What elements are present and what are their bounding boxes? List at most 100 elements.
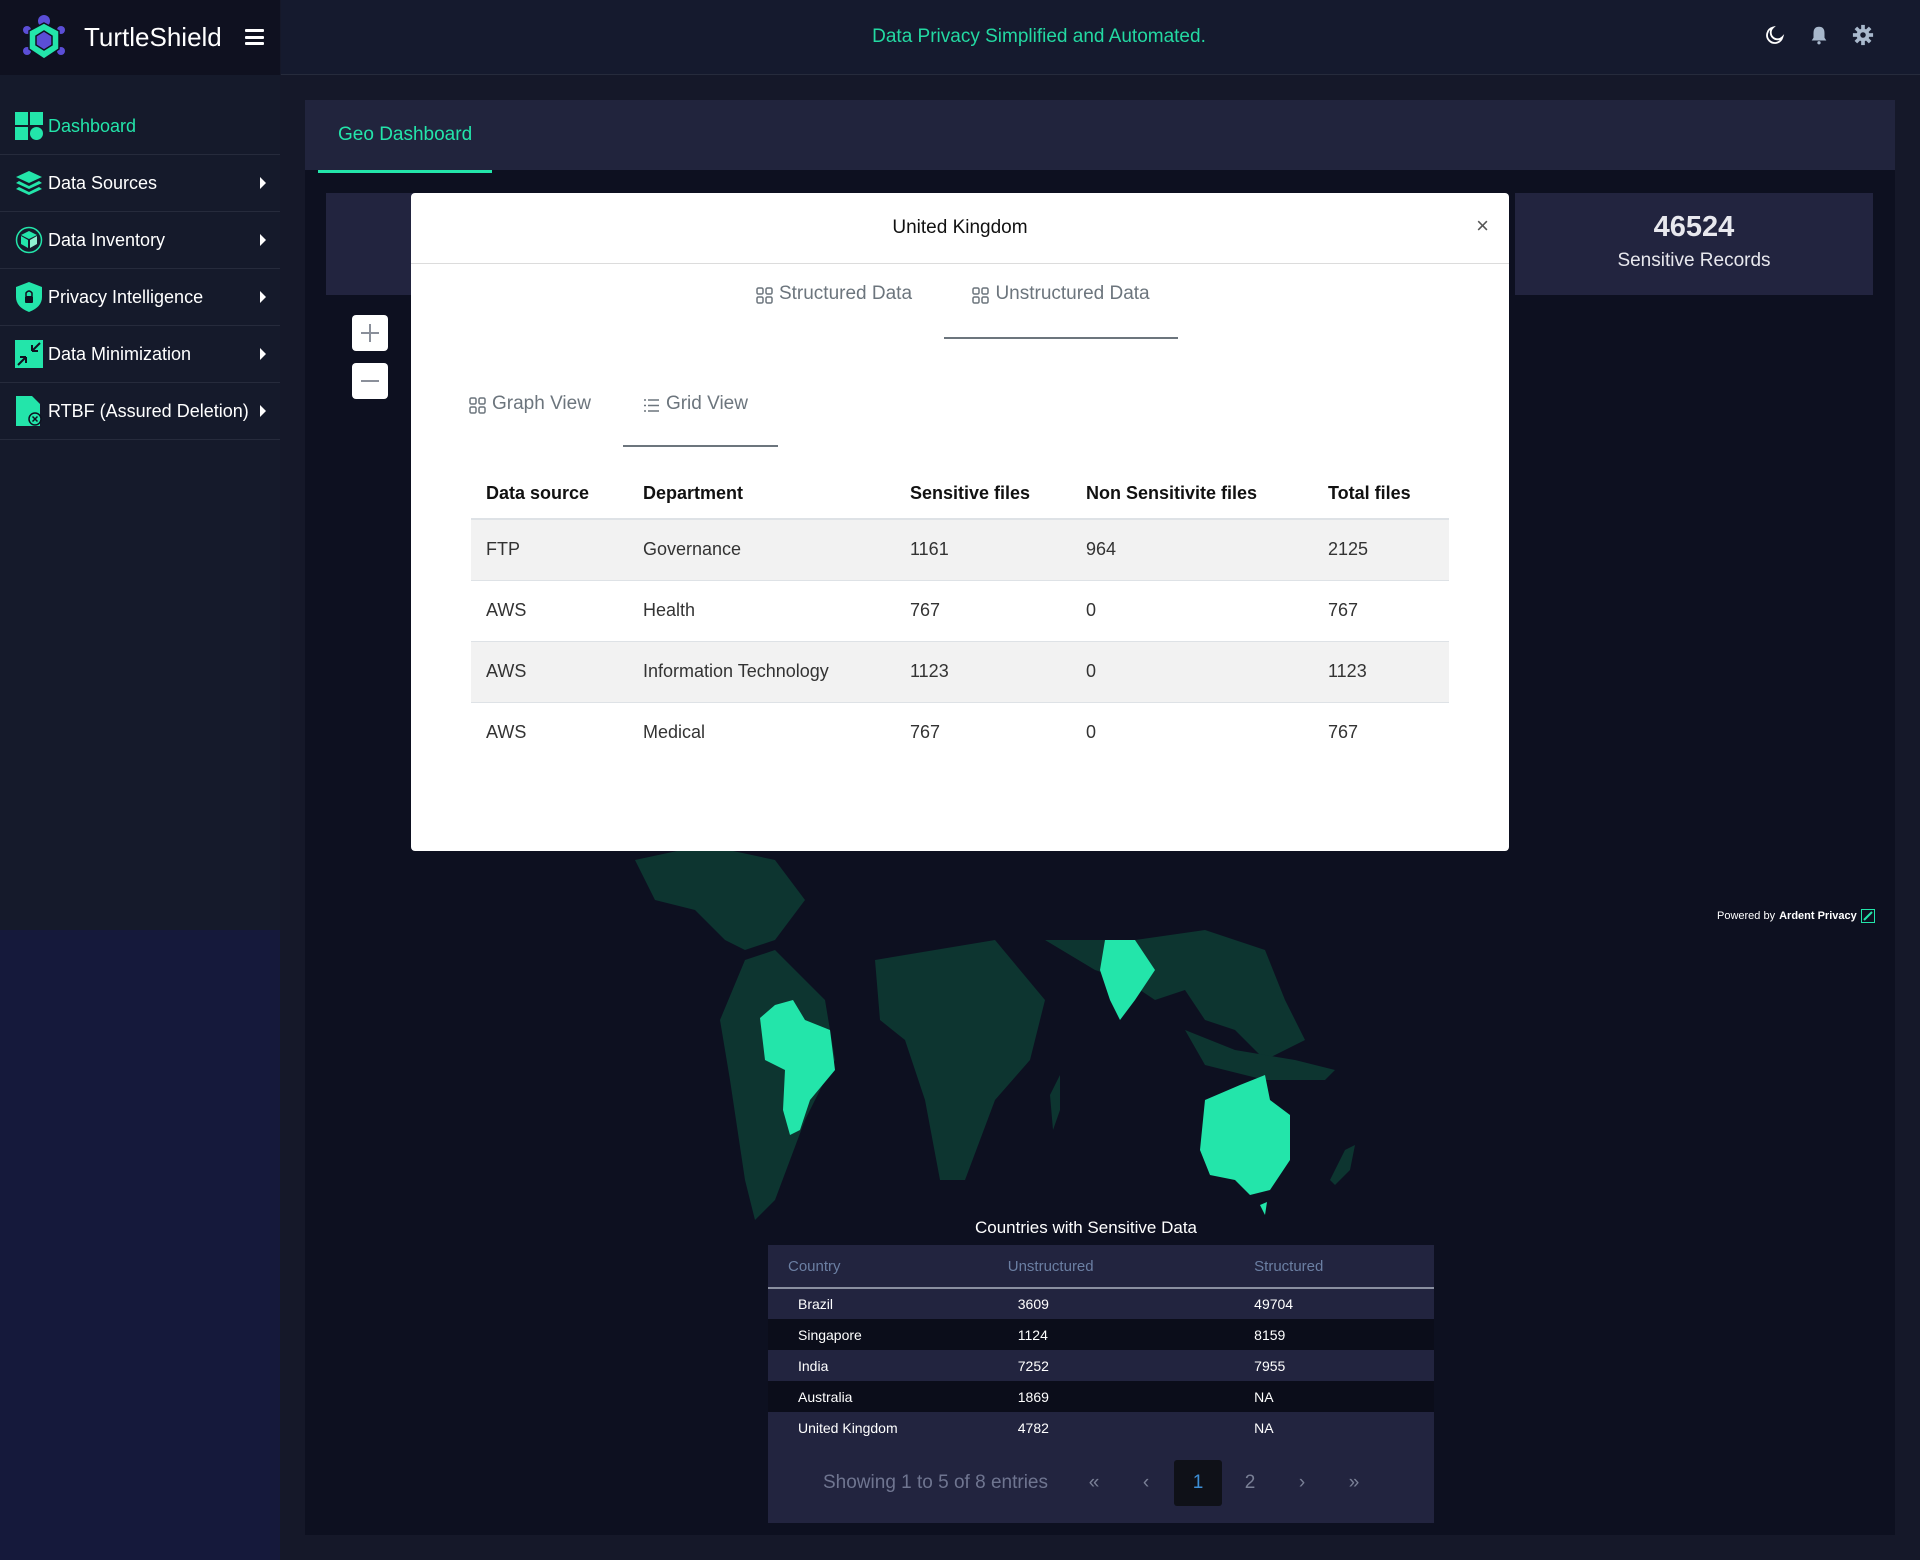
tab-geo-dashboard[interactable]: Geo Dashboard [318, 100, 493, 173]
caret-right-icon [260, 177, 266, 189]
country-australia [1200, 1075, 1290, 1195]
powered-by: Powered by Ardent Privacy [1717, 909, 1875, 923]
cell-structured: NA [1254, 1419, 1274, 1436]
modal-title: United Kingdom [892, 217, 1028, 238]
cell-data-source: FTP [471, 519, 628, 581]
table-row: AWS Medical 767 0 767 [471, 702, 1449, 763]
last-page-button[interactable]: » [1330, 1460, 1378, 1506]
sidebar-item-label: Privacy Intelligence [48, 286, 204, 307]
cell-sensitive-files: 767 [895, 580, 1071, 642]
tab-structured-data[interactable]: Structured Data [742, 283, 926, 339]
column-header-country[interactable]: Country [768, 1245, 1008, 1289]
table-row[interactable]: Australia 1869 NA [768, 1381, 1434, 1412]
cell-sensitive-files: 1161 [895, 519, 1071, 581]
column-header-total-files: Total files [1313, 469, 1449, 520]
sidebar-item-privacy-intelligence[interactable]: Privacy Intelligence [0, 269, 280, 326]
minimize-arrows-icon [14, 339, 44, 369]
menu-toggle-button[interactable] [245, 29, 264, 45]
country-tasmania [1260, 1202, 1267, 1215]
cell-total-files: 2125 [1313, 519, 1449, 581]
column-header-sensitive-files: Sensitive files [895, 469, 1071, 520]
sidebar-item-data-sources[interactable]: Data Sources [0, 155, 280, 212]
table-row[interactable]: Brazil 3609 49704 [768, 1288, 1434, 1319]
first-page-button[interactable]: « [1070, 1460, 1118, 1506]
sidebar-item-data-minimization[interactable]: Data Minimization [0, 326, 280, 383]
caret-right-icon [260, 234, 266, 246]
table-row: AWS Health 767 0 767 [471, 580, 1449, 642]
sidebar-item-data-inventory[interactable]: Data Inventory [0, 212, 280, 269]
ardent-logo-icon [1860, 909, 1875, 923]
caret-right-icon [260, 405, 266, 417]
layers-icon [14, 168, 44, 198]
tab-grid-view[interactable]: Grid View [622, 393, 778, 447]
column-header-structured[interactable]: Structured [1254, 1245, 1434, 1289]
sidebar-item-dashboard[interactable]: Dashboard [0, 98, 280, 155]
cell-non-sensitive-files: 964 [1071, 519, 1313, 581]
country-detail-modal: United Kingdom × Structured Data Unstruc… [411, 193, 1509, 851]
country-north-america [635, 845, 805, 950]
sidebar-item-label: Data Sources [48, 172, 158, 193]
map-zoom-in-button[interactable] [352, 315, 388, 351]
table-row[interactable]: United Kingdom 4782 NA [768, 1412, 1434, 1443]
tab-bar: Geo Dashboard [305, 100, 1895, 173]
cell-country: United Kingdom [798, 1419, 898, 1436]
tab-unstructured-data[interactable]: Unstructured Data [944, 283, 1179, 339]
file-delete-icon [14, 396, 44, 426]
stat-value: 46524 [1653, 211, 1735, 243]
gear-icon[interactable] [1852, 24, 1874, 46]
next-page-button[interactable]: › [1278, 1460, 1326, 1506]
cell-country: India [798, 1357, 829, 1374]
prev-page-button[interactable]: ‹ [1122, 1460, 1170, 1506]
cell-sensitive-files: 1123 [895, 641, 1071, 703]
caret-right-icon [260, 291, 266, 303]
column-header-data-source: Data source [471, 469, 628, 520]
plus-icon [361, 324, 379, 342]
cell-structured: NA [1254, 1381, 1434, 1412]
table-row[interactable]: Singapore 1124 8159 [768, 1319, 1434, 1350]
stat-label: Sensitive Records [1617, 250, 1771, 271]
cell-non-sensitive-files: 0 [1086, 722, 1097, 743]
bell-icon[interactable] [1808, 24, 1830, 46]
cell-data-source: AWS [471, 641, 628, 703]
cell-total-files: 1123 [1313, 641, 1449, 703]
brand: TurtleShield [0, 0, 280, 75]
cell-sensitive-files: 767 [910, 722, 941, 743]
modal-header: United Kingdom × [411, 193, 1509, 264]
dashboard-icon [14, 111, 44, 141]
hamburger-line [245, 42, 264, 45]
country-madagascar [1050, 1075, 1060, 1130]
cell-non-sensitive-files: 0 [1071, 580, 1313, 642]
country-africa [875, 940, 1045, 1180]
cell-unstructured: 7252 [1017, 1357, 1049, 1374]
page-button-1[interactable]: 1 [1173, 1460, 1222, 1506]
cell-data-source: AWS [471, 580, 628, 642]
cell-country: Australia [768, 1381, 1008, 1412]
tab-label: Unstructured Data [995, 283, 1150, 304]
page-button-2[interactable]: 2 [1226, 1460, 1274, 1506]
close-button[interactable]: × [1476, 215, 1489, 237]
cell-data-source: AWS [486, 722, 527, 743]
table-row: AWS Information Technology 1123 0 1123 [471, 641, 1449, 703]
powered-by-prefix: Powered by [1717, 910, 1776, 922]
cell-unstructured: 1869 [1007, 1381, 1255, 1412]
tab-label: Graph View [492, 393, 591, 414]
cell-department: Health [628, 580, 895, 642]
cell-department: Information Technology [628, 641, 895, 703]
moon-icon[interactable] [1764, 24, 1786, 46]
sidebar-item-rtbf[interactable]: RTBF (Assured Deletion) [0, 383, 280, 440]
column-header-unstructured[interactable]: Unstructured [1007, 1245, 1255, 1289]
turtle-logo-icon [23, 14, 65, 60]
countries-table-title: Countries with Sensitive Data [974, 1218, 1198, 1237]
cell-total-files: 767 [1328, 722, 1359, 743]
cell-department: Governance [628, 519, 895, 581]
header-actions [1764, 24, 1874, 46]
tab-graph-view[interactable]: Graph View [469, 393, 611, 447]
table-row[interactable]: India 7252 7955 [768, 1350, 1434, 1381]
sidebar-item-label: RTBF (Assured Deletion) [48, 400, 249, 421]
pagination-info: Showing 1 to 5 of 8 entries [823, 1472, 1048, 1493]
map-zoom-out-button[interactable] [352, 363, 388, 399]
list-icon [643, 399, 659, 412]
cell-unstructured: 4782 [1017, 1419, 1049, 1436]
pagination: Showing 1 to 5 of 8 entries « ‹ 1 2 › » [768, 1443, 1434, 1523]
cell-unstructured: 3609 [1017, 1296, 1049, 1312]
